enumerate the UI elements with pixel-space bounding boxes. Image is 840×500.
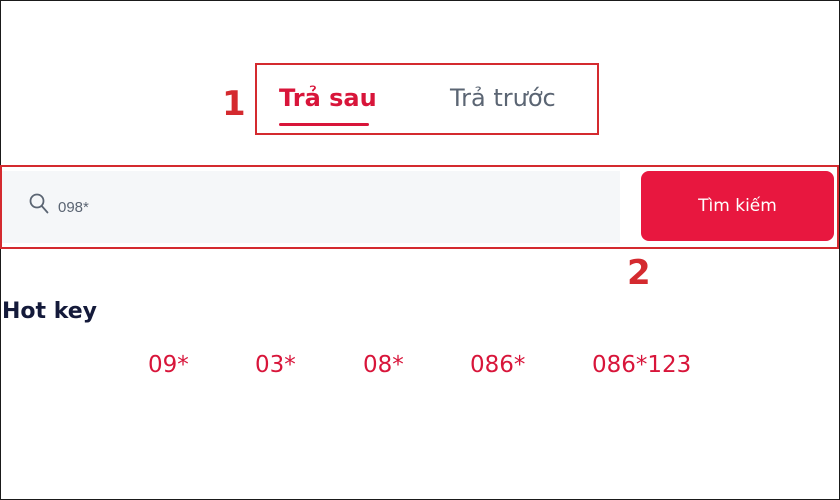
- hotkey-title: Hot key: [2, 299, 98, 324]
- search-field[interactable]: [2, 171, 620, 243]
- tab-prepaid[interactable]: Trả trước: [450, 83, 556, 113]
- search-icon: [29, 193, 49, 215]
- annotation-number-2: 2: [627, 253, 651, 293]
- search-button[interactable]: Tìm kiếm: [641, 171, 834, 241]
- hotkey-item[interactable]: 086*123: [592, 350, 691, 380]
- hotkey-item[interactable]: 09*: [148, 350, 189, 380]
- annotation-number-1: 1: [222, 84, 246, 124]
- hotkey-item[interactable]: 03*: [255, 350, 296, 380]
- search-input[interactable]: [58, 195, 598, 219]
- hotkey-item[interactable]: 086*: [470, 350, 525, 380]
- active-tab-indicator: [279, 123, 369, 126]
- hotkey-item[interactable]: 08*: [363, 350, 404, 380]
- tab-postpaid[interactable]: Trả sau: [279, 83, 377, 113]
